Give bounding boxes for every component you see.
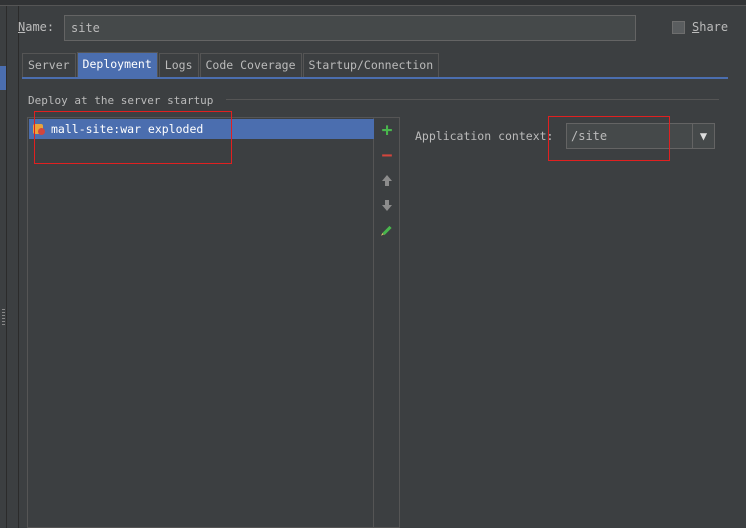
window-top-edge — [0, 0, 746, 6]
section-divider — [226, 99, 719, 100]
section-title: Deploy at the server startup — [28, 94, 214, 107]
edit-icon[interactable] — [379, 222, 395, 238]
tab-deployment[interactable]: Deployment — [76, 52, 158, 77]
tab-underline — [22, 77, 728, 79]
tab-bar: Server Deployment Logs Code Coverage Sta… — [22, 52, 440, 77]
move-up-icon[interactable] — [379, 172, 395, 188]
tab-code-coverage[interactable]: Code Coverage — [199, 53, 302, 77]
war-exploded-icon — [32, 122, 46, 136]
chevron-down-icon[interactable]: ▼ — [692, 124, 714, 148]
list-toolbar: + − — [374, 117, 400, 528]
tab-logs[interactable]: Logs — [158, 53, 199, 77]
move-down-icon[interactable] — [379, 197, 395, 213]
config-tree-strip[interactable] — [0, 6, 7, 528]
name-input[interactable]: site — [64, 15, 636, 41]
artifact-label: mall-site:war exploded — [51, 122, 204, 136]
application-context-value[interactable]: /site — [567, 124, 692, 148]
artifact-list[interactable]: mall-site:war exploded — [27, 117, 374, 528]
splitter-line — [18, 6, 19, 528]
config-tree-selection — [0, 66, 6, 90]
add-icon[interactable]: + — [379, 120, 395, 141]
tab-server[interactable]: Server — [22, 53, 76, 77]
application-context-label: Application context: — [415, 129, 554, 143]
share-checkbox[interactable] — [672, 21, 685, 34]
name-label: Name: — [18, 20, 55, 34]
share-label[interactable]: Share — [692, 20, 728, 34]
application-context-combo[interactable]: /site ▼ — [566, 123, 715, 149]
list-item[interactable]: mall-site:war exploded — [29, 119, 374, 139]
remove-icon[interactable]: − — [379, 145, 395, 166]
splitter-grip[interactable] — [2, 309, 5, 325]
tab-startup-connection[interactable]: Startup/Connection — [302, 53, 440, 77]
